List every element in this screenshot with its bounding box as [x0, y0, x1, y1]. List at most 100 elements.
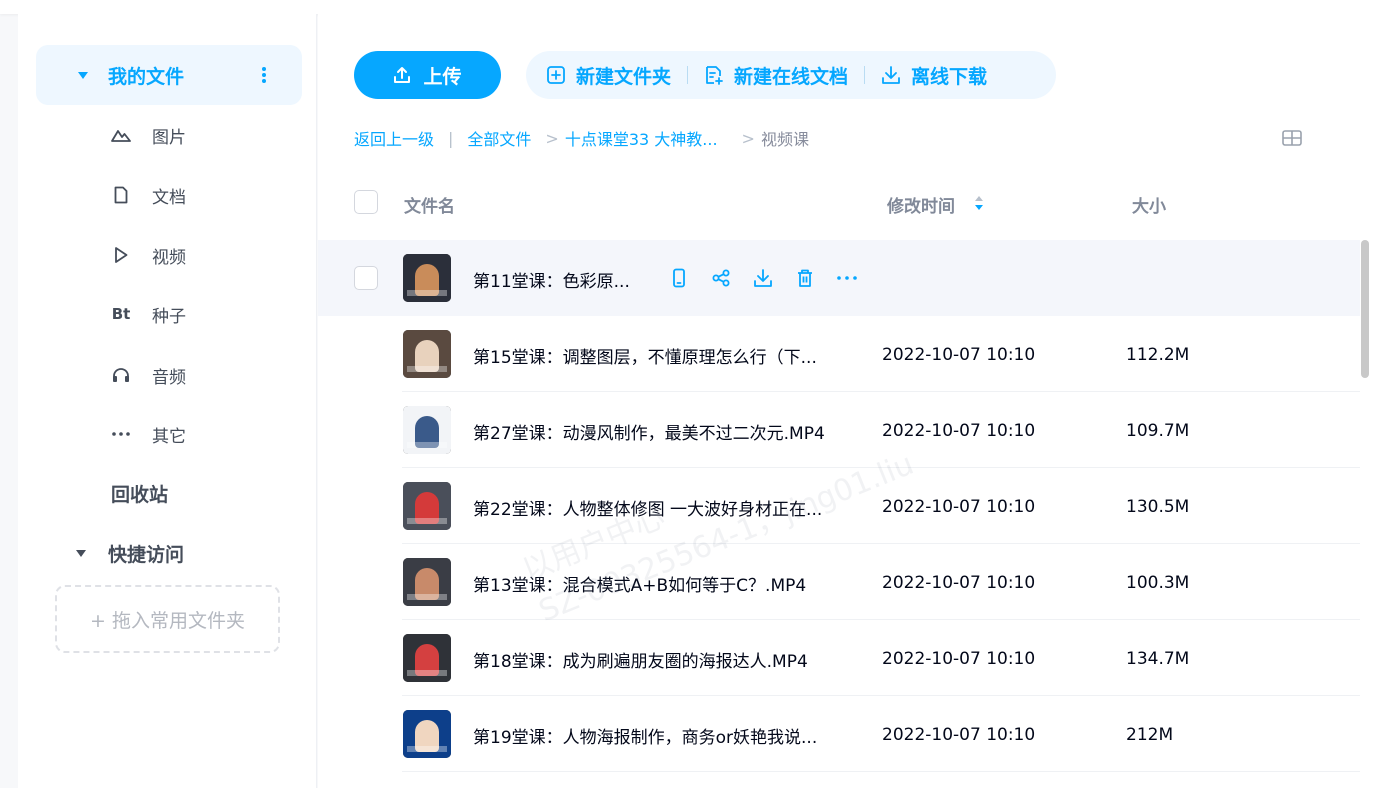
row-divider: [402, 771, 1360, 772]
toolbar-actions: 新建文件夹 新建在线文档 离线下载: [526, 51, 1056, 99]
breadcrumb-folder[interactable]: 十点课堂33 大神教...: [565, 126, 718, 150]
video-thumbnail: [403, 710, 451, 758]
share-icon[interactable]: [710, 267, 732, 289]
table-row[interactable]: 第27堂课：动漫风制作，最美不过二次元.MP4 2022-10-07 10:10…: [318, 392, 1360, 468]
sidebar: 我的文件 图片 文档 视频 Bt 种子 音频 其它 回收站 快捷访问 + 拖入常…: [18, 14, 317, 788]
new-doc-icon: [706, 66, 723, 85]
file-modified: 2022-10-07 10:10: [882, 497, 1036, 517]
sidebar-item-label: 文档: [152, 187, 186, 208]
image-icon: [110, 124, 132, 146]
sidebar-item-label: 视频: [152, 247, 186, 268]
video-thumbnail: [403, 406, 451, 454]
sidebar-item-documents[interactable]: 文档: [110, 181, 290, 209]
top-bar: [0, 0, 1377, 14]
column-header-modified[interactable]: 修改时间: [887, 192, 955, 217]
file-name[interactable]: 第18堂课：成为刷遍朋友圈的海报达人.MP4: [473, 647, 808, 672]
scrollbar-thumb[interactable]: [1361, 240, 1369, 378]
phone-icon[interactable]: [668, 267, 690, 289]
sidebar-item-torrents[interactable]: Bt 种子: [110, 300, 290, 328]
sidebar-item-my-files[interactable]: 我的文件: [36, 45, 302, 105]
table-row[interactable]: 第11堂课：色彩原...: [318, 240, 1360, 316]
file-name[interactable]: 第19堂课：人物海报制作，商务or妖艳我说...: [473, 723, 817, 748]
grid-view-icon[interactable]: [1281, 128, 1303, 148]
new-online-doc-label: 新建在线文档: [734, 65, 849, 88]
file-size: 134.7M: [1126, 649, 1190, 669]
file-modified: 2022-10-07 10:10: [882, 725, 1036, 745]
file-name[interactable]: 第27堂课：动漫风制作，最美不过二次元.MP4: [473, 419, 825, 444]
sidebar-item-label: 种子: [152, 306, 186, 327]
file-name[interactable]: 第13堂课：混合模式A+B如何等于C？.MP4: [473, 571, 806, 596]
file-modified: 2022-10-07 10:10: [882, 573, 1036, 593]
quick-access-drop-zone[interactable]: + 拖入常用文件夹: [55, 585, 280, 653]
sidebar-item-label: 我的文件: [108, 66, 185, 88]
video-thumbnail: [403, 254, 451, 302]
table-row[interactable]: 第19堂课：人物海报制作，商务or妖艳我说... 2022-10-07 10:1…: [318, 696, 1360, 772]
sidebar-item-label: 快捷访问: [108, 544, 185, 566]
upload-button-label: 上传: [423, 65, 462, 88]
breadcrumb-back[interactable]: 返回上一级: [354, 126, 434, 150]
new-folder-label: 新建文件夹: [576, 65, 672, 88]
new-folder-button[interactable]: 新建文件夹: [546, 62, 671, 89]
breadcrumb-divider: |: [448, 128, 454, 148]
file-name[interactable]: 第15堂课：调整图层，不懂原理怎么行（下...: [473, 343, 817, 368]
expand-caret-icon[interactable]: [78, 72, 88, 79]
select-all-checkbox[interactable]: [354, 190, 378, 214]
file-name[interactable]: 第22堂课：人物整体修图 一大波好身材正在...: [473, 495, 822, 520]
sidebar-item-videos[interactable]: 视频: [110, 241, 290, 269]
video-thumbnail: [403, 634, 451, 682]
more-options-icon[interactable]: [262, 67, 266, 83]
sidebar-item-label: 其它: [152, 426, 186, 447]
file-size: 212M: [1126, 725, 1174, 745]
file-modified: 2022-10-07 10:10: [882, 345, 1036, 365]
offline-download-button[interactable]: 离线下载: [881, 62, 987, 89]
headphones-icon: [110, 364, 132, 386]
bt-icon: Bt: [111, 305, 131, 323]
sidebar-item-label: 图片: [152, 127, 186, 148]
file-modified: 2022-10-07 10:10: [882, 421, 1036, 441]
more-dots-icon: [110, 423, 132, 445]
vertical-scrollbar[interactable]: [1360, 240, 1370, 788]
table-row[interactable]: 第13堂课：混合模式A+B如何等于C？.MP4 2022-10-07 10:10…: [318, 544, 1360, 620]
toolbar-divider: [864, 66, 866, 84]
row-actions: [668, 267, 858, 289]
sidebar-item-images[interactable]: 图片: [110, 121, 290, 149]
sidebar-item-label: 音频: [152, 367, 186, 388]
new-online-doc-button[interactable]: 新建在线文档: [704, 62, 848, 89]
breadcrumb-separator: >: [741, 128, 755, 148]
column-header-size[interactable]: 大小: [1132, 192, 1166, 217]
expand-caret-icon[interactable]: [76, 550, 86, 557]
download-icon: [882, 66, 900, 84]
sidebar-item-quick-access[interactable]: 快捷访问: [76, 540, 184, 567]
row-checkbox[interactable]: [354, 266, 378, 290]
new-folder-icon: [547, 66, 565, 84]
video-play-icon: [110, 244, 132, 266]
upload-icon: [394, 67, 411, 83]
file-name[interactable]: 第11堂课：色彩原...: [473, 267, 630, 292]
table-row[interactable]: 第15堂课：调整图层，不懂原理怎么行（下... 2022-10-07 10:10…: [318, 316, 1360, 392]
sidebar-item-other[interactable]: 其它: [110, 420, 290, 448]
file-size: 112.2M: [1126, 345, 1190, 365]
breadcrumb-all-files[interactable]: 全部文件: [467, 126, 531, 150]
file-modified: 2022-10-07 10:10: [882, 649, 1036, 669]
breadcrumb-separator: >: [545, 128, 559, 148]
sidebar-item-recycle-bin[interactable]: 回收站: [111, 480, 168, 507]
offline-download-label: 离线下载: [911, 65, 988, 88]
delete-icon[interactable]: [794, 267, 816, 289]
file-size: 130.5M: [1126, 497, 1190, 517]
sort-icon[interactable]: [973, 194, 985, 212]
file-size: 100.3M: [1126, 573, 1190, 593]
file-list-panel: 上传 新建文件夹 新建在线文档 离线下载 返回上一级 | 全部文件 > 十点课堂…: [318, 14, 1377, 788]
file-size: 109.7M: [1126, 421, 1190, 441]
breadcrumb-current: 视频课: [760, 130, 809, 149]
more-dots-icon[interactable]: [836, 267, 858, 289]
download-icon[interactable]: [752, 267, 774, 289]
sidebar-item-audio[interactable]: 音频: [110, 361, 290, 389]
table-row[interactable]: 第22堂课：人物整体修图 一大波好身材正在... 2022-10-07 10:1…: [318, 468, 1360, 544]
video-thumbnail: [403, 558, 451, 606]
video-thumbnail: [403, 330, 451, 378]
upload-button[interactable]: 上传: [354, 51, 501, 99]
table-row[interactable]: 第18堂课：成为刷遍朋友圈的海报达人.MP4 2022-10-07 10:10 …: [318, 620, 1360, 696]
video-thumbnail: [403, 482, 451, 530]
toolbar-divider: [687, 66, 689, 84]
column-header-name[interactable]: 文件名: [404, 192, 455, 217]
